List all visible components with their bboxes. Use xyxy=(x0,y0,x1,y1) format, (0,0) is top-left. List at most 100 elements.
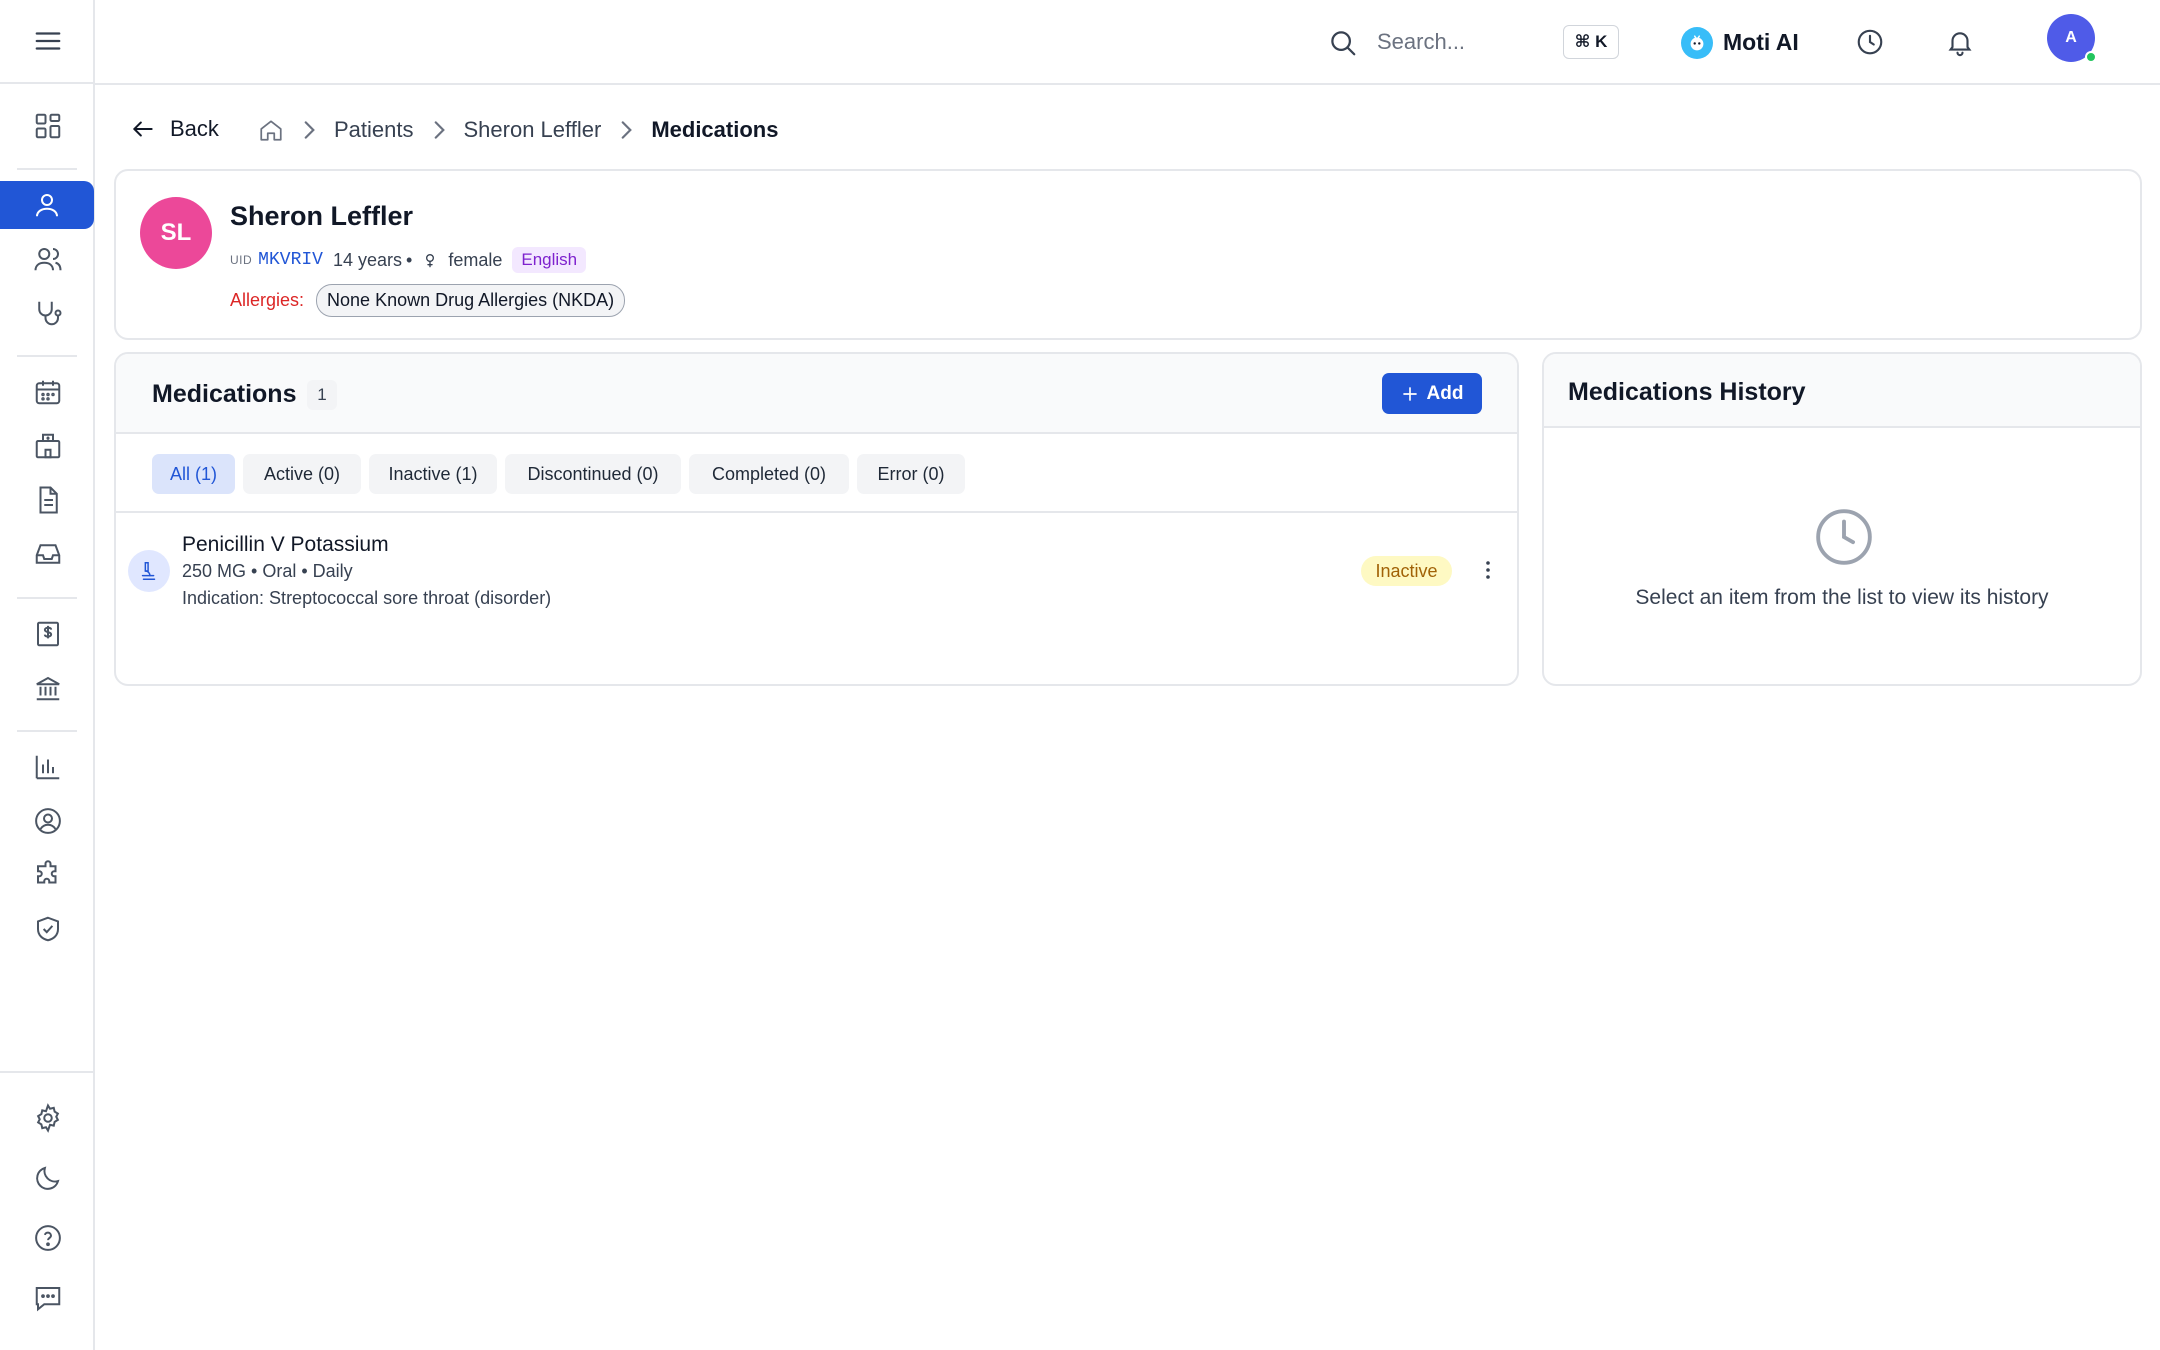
search-input[interactable]: Search... xyxy=(1377,29,1465,55)
sidebar-item-feedback[interactable] xyxy=(0,1274,95,1322)
breadcrumb-current: Medications xyxy=(651,117,779,142)
sidebar-divider xyxy=(0,1071,95,1073)
medications-count-badge: 1 xyxy=(307,380,337,410)
patient-header-card: SL Sheron Leffler UID MKVRIV 14 years • … xyxy=(114,169,2142,340)
patient-gender: female xyxy=(448,249,503,270)
hamburger-icon xyxy=(35,32,60,50)
patient-allergies: Allergies: None Known Drug Allergies (NK… xyxy=(230,284,626,317)
clock-icon xyxy=(1816,509,1872,565)
bank-icon xyxy=(35,676,60,701)
sidebar-item-security[interactable] xyxy=(0,905,95,953)
medication-filter-tabs: All (1) Active (0) Inactive (1) Disconti… xyxy=(116,434,1517,513)
shield-check-icon xyxy=(36,916,59,942)
bell-icon[interactable] xyxy=(1945,27,1975,57)
online-status-dot xyxy=(2085,51,2097,63)
breadcrumb-patient-name[interactable]: Sheron Leffler xyxy=(464,117,602,143)
sidebar-item-documents[interactable] xyxy=(0,476,95,524)
moti-ai-button[interactable]: Moti AI xyxy=(1723,29,1799,56)
gear-icon xyxy=(36,1103,59,1133)
history-empty-text: Select an item from the list to view its… xyxy=(1635,586,2049,609)
more-options-button[interactable] xyxy=(1476,557,1500,583)
user-circle-icon xyxy=(34,808,61,834)
sidebar-item-clinical[interactable] xyxy=(0,289,95,337)
topbar: Search... ⌘ K Moti AI A xyxy=(95,0,2160,85)
moon-icon xyxy=(35,1166,59,1190)
back-label: Back xyxy=(170,116,219,141)
patient-avatar: SL xyxy=(140,197,212,269)
sidebar-item-billing[interactable] xyxy=(0,610,95,658)
sidebar-item-integrations[interactable] xyxy=(0,851,95,899)
sidebar-item-settings[interactable] xyxy=(0,1094,95,1142)
chevron-right-icon xyxy=(434,121,445,139)
chat-icon xyxy=(35,1287,60,1312)
clock-icon[interactable] xyxy=(1855,27,1885,57)
kebab-icon xyxy=(1486,561,1490,579)
add-label: Add xyxy=(1426,382,1464,404)
tab-discontinued[interactable]: Discontinued (0) xyxy=(505,454,681,494)
medications-title: Medications xyxy=(152,380,297,408)
sidebar-item-calendar[interactable] xyxy=(0,368,95,416)
history-header: Medications History xyxy=(1544,354,2140,428)
document-icon xyxy=(39,486,58,514)
sidebar-item-inbox[interactable] xyxy=(0,530,95,578)
stethoscope-icon xyxy=(37,301,61,326)
add-medication-button[interactable]: Add xyxy=(1382,373,1482,414)
medication-list-item[interactable]: Penicillin V Potassium 250 MG • Oral • D… xyxy=(116,513,1517,613)
search-shortcut-badge: ⌘ K xyxy=(1563,25,1619,59)
sidebar-item-help[interactable] xyxy=(0,1214,95,1262)
sidebar-item-dashboard[interactable] xyxy=(0,102,95,150)
sidebar-item-bank[interactable] xyxy=(0,664,95,712)
breadcrumb-patients[interactable]: Patients xyxy=(334,117,414,143)
tab-active[interactable]: Active (0) xyxy=(243,454,361,494)
users-icon xyxy=(34,248,61,271)
search-icon[interactable] xyxy=(1328,28,1358,58)
sidebar-divider xyxy=(17,597,77,599)
patient-age: 14 years xyxy=(332,249,403,270)
sidebar-item-facilities[interactable] xyxy=(0,422,95,470)
plus-icon xyxy=(1402,386,1417,401)
tab-error[interactable]: Error (0) xyxy=(857,454,965,494)
sidebar-divider xyxy=(17,355,77,357)
medication-name: Penicillin V Potassium xyxy=(182,533,389,556)
meta-separator: • xyxy=(406,249,413,270)
inbox-icon xyxy=(35,544,60,564)
uid-label: UID xyxy=(230,253,253,267)
help-circle-icon xyxy=(34,1225,61,1251)
tab-completed[interactable]: Completed (0) xyxy=(689,454,849,494)
female-icon xyxy=(426,254,435,268)
hospital-icon xyxy=(35,433,60,459)
medication-details: 250 MG • Oral • Daily xyxy=(182,561,353,581)
chevron-right-icon xyxy=(304,121,315,139)
sidebar-divider xyxy=(17,730,77,732)
puzzle-icon xyxy=(36,860,56,884)
allergies-label: Allergies: xyxy=(230,290,305,310)
home-icon[interactable] xyxy=(258,117,284,143)
medications-panel: Medications 1 Add All (1) Active (0) Ina… xyxy=(114,352,1519,686)
medication-indication: Indication: Streptococcal sore throat (d… xyxy=(182,588,552,608)
sidebar xyxy=(0,0,95,1350)
tab-inactive[interactable]: Inactive (1) xyxy=(369,454,497,494)
grid-icon xyxy=(35,113,60,139)
patient-meta: UID MKVRIV 14 years • female English xyxy=(230,247,587,273)
bar-chart-icon xyxy=(35,755,59,780)
arrow-left-icon xyxy=(133,121,153,137)
sidebar-item-patient[interactable] xyxy=(0,181,94,229)
allergy-chip[interactable]: None Known Drug Allergies (NKDA) xyxy=(316,284,626,317)
tab-all[interactable]: All (1) xyxy=(152,454,235,494)
sidebar-item-patients[interactable] xyxy=(0,235,95,283)
sidebar-item-account[interactable] xyxy=(0,797,95,845)
menu-toggle-button[interactable] xyxy=(0,0,95,84)
medications-header: Medications 1 Add xyxy=(116,354,1517,434)
sidebar-item-reports[interactable] xyxy=(0,743,95,791)
patient-uid[interactable]: MKVRIV xyxy=(258,250,323,270)
sidebar-divider xyxy=(17,168,77,170)
back-button[interactable]: Back xyxy=(130,116,219,142)
history-title: Medications History xyxy=(1568,378,1806,406)
moti-ai-icon[interactable] xyxy=(1681,27,1713,59)
sidebar-item-theme[interactable] xyxy=(0,1154,95,1202)
user-icon xyxy=(36,194,58,217)
calendar-icon xyxy=(35,380,60,405)
patient-name: Sheron Leffler xyxy=(230,201,414,231)
breadcrumb: Patients Sheron Leffler Medications xyxy=(258,116,778,144)
medication-icon xyxy=(128,550,170,592)
